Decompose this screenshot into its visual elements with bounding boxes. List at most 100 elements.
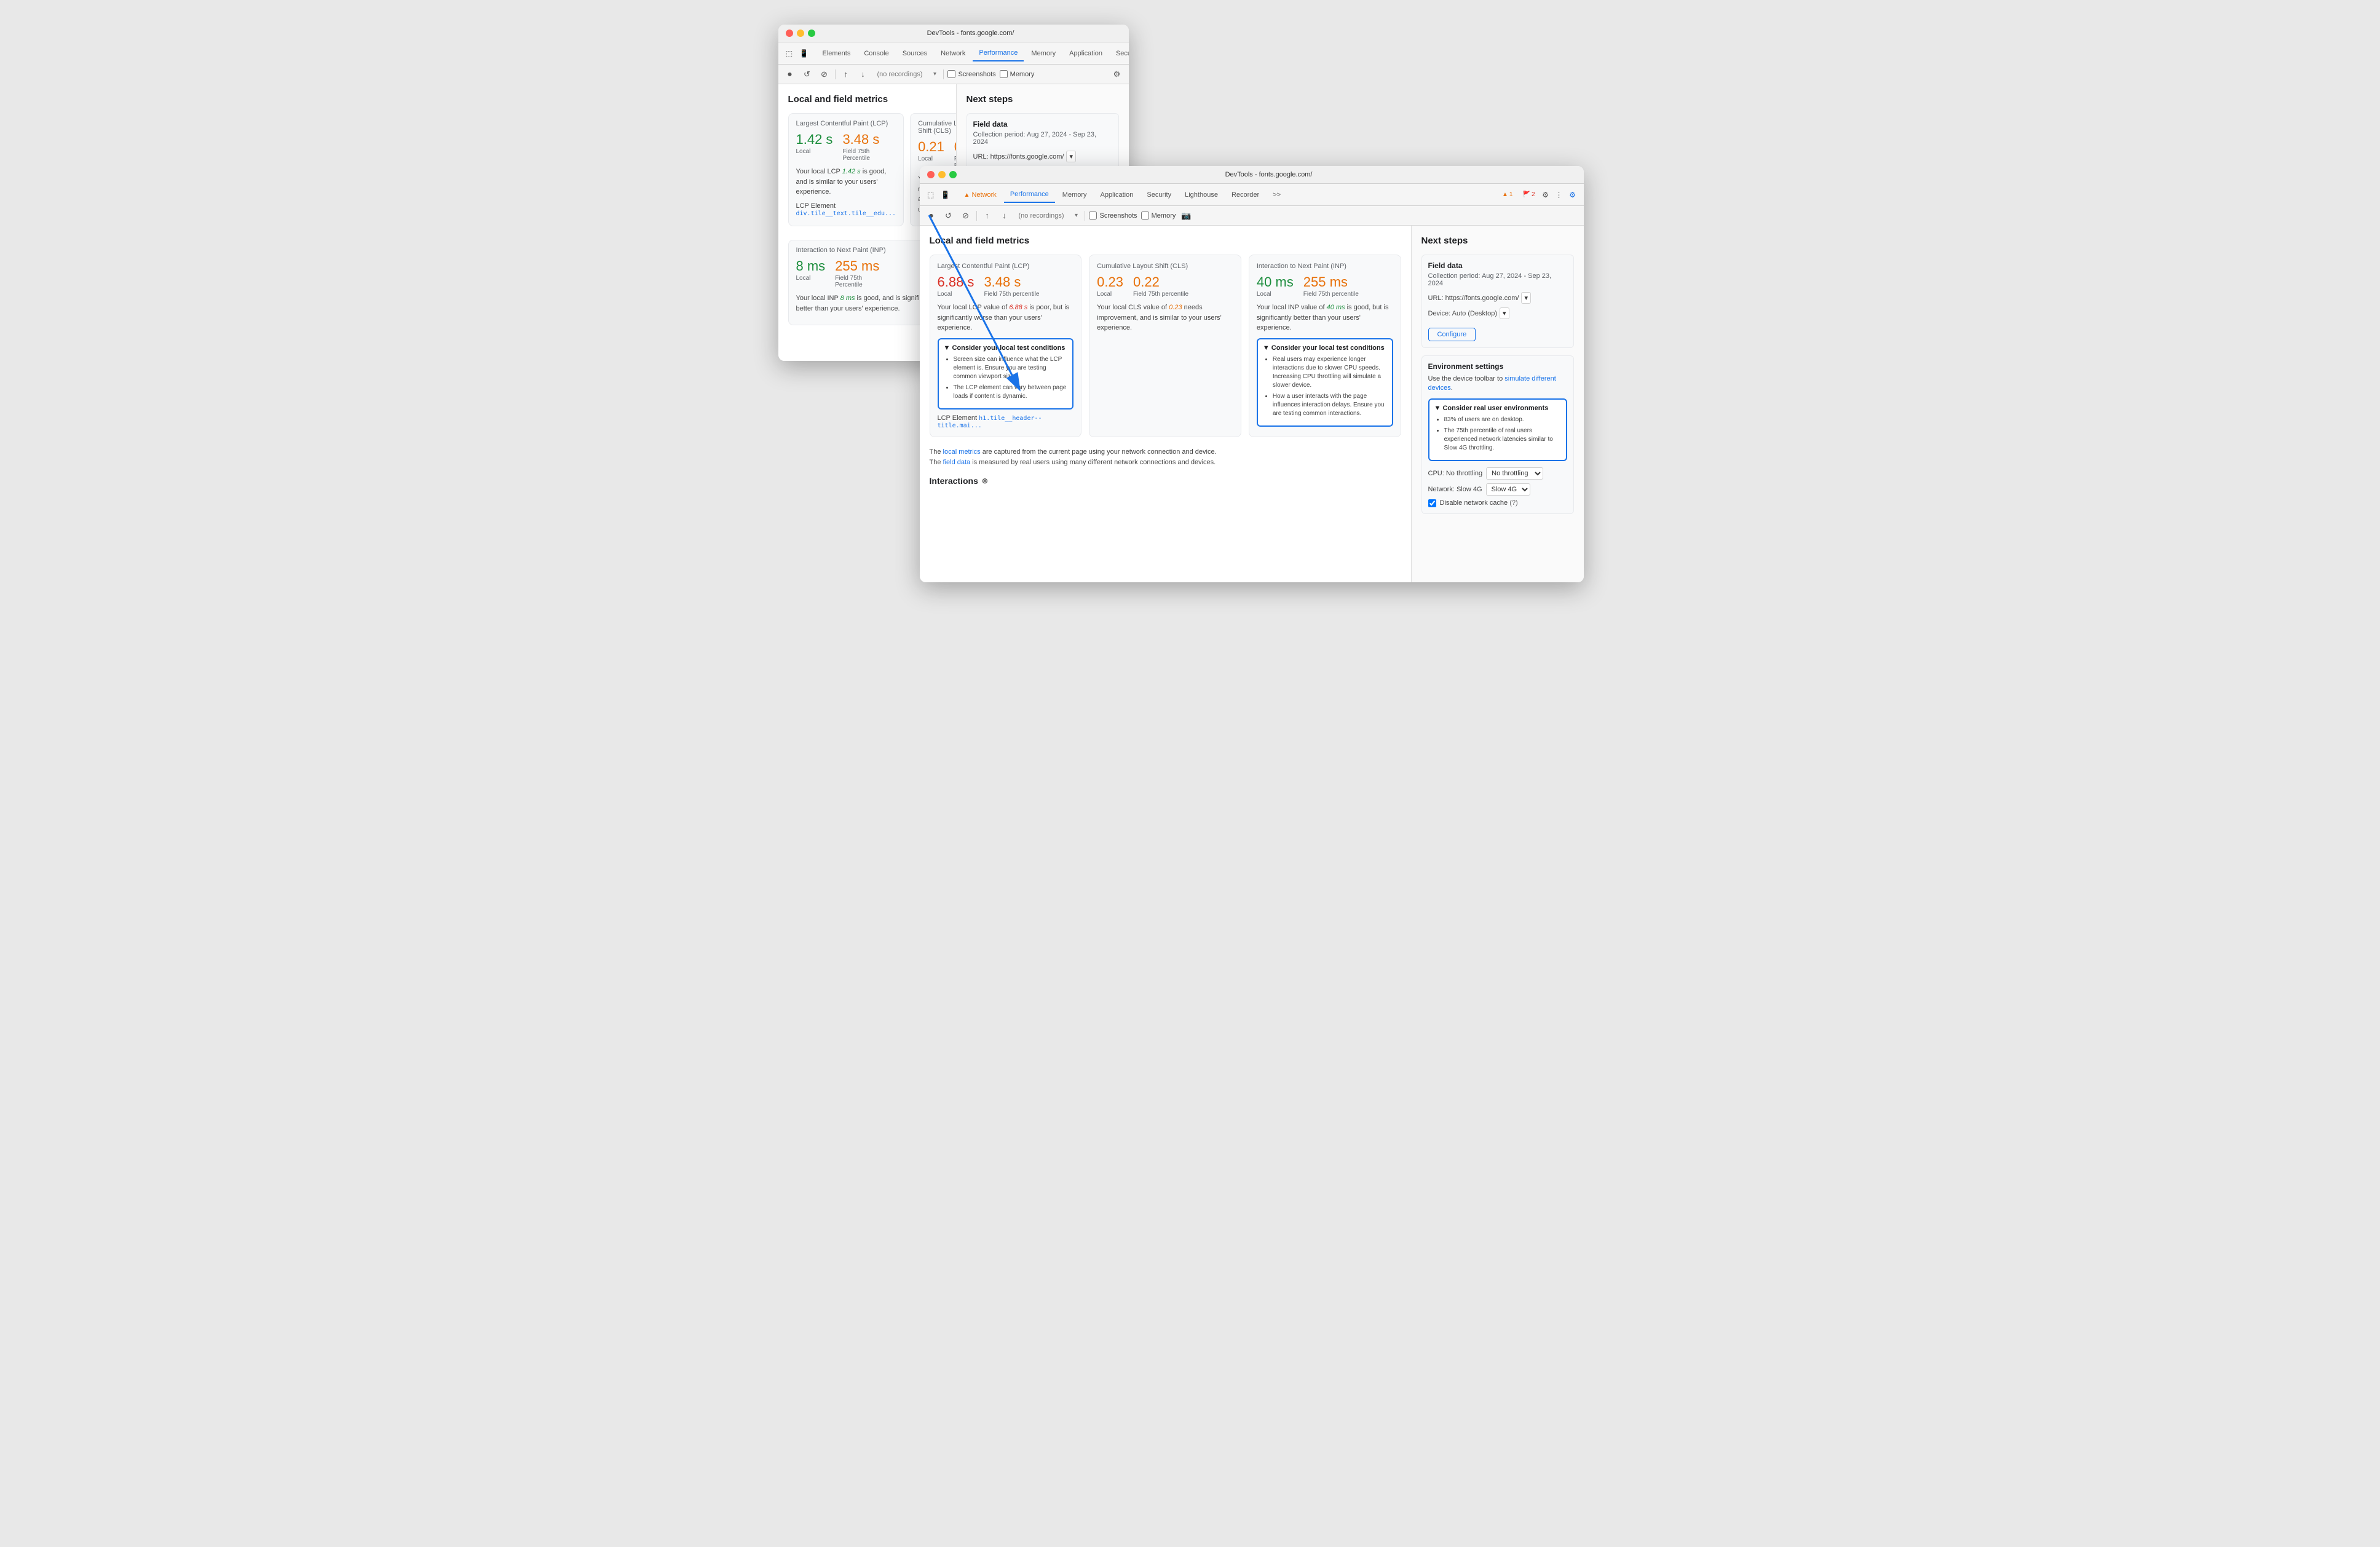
settings2-icon-front[interactable]: ⚙ [1567,189,1579,201]
front-cpu-label: CPU: No throttling [1428,470,1483,477]
front-consider-item-1: The 75th percentile of real users experi… [1444,427,1561,453]
tab-security-back[interactable]: Security [1110,46,1129,61]
front-lcp-conditions: ▼ Consider your local test conditions Sc… [938,338,1074,410]
maximize-button-front[interactable] [949,171,957,178]
screenshots-checkbox-back[interactable] [947,70,955,78]
download-btn-back[interactable]: ↓ [856,68,870,81]
front-lcp-element-link[interactable]: h1.tile__header--title.mai... [938,415,1042,429]
close-button-front[interactable] [927,171,935,178]
tab-application-back[interactable]: Application [1063,46,1109,61]
front-window: DevTools - fonts.google.com/ ⬚ 📱 ▲ Netwo… [920,166,1584,582]
upload-btn-front[interactable]: ↑ [981,209,994,223]
tab-more-front[interactable]: >> [1267,188,1287,202]
minimize-button-back[interactable] [797,30,804,37]
front-configure-btn[interactable]: Configure [1428,328,1476,341]
back-url-dropdown[interactable]: ▾ [1066,151,1076,162]
front-consider-title: ▼ Consider real user environments [1434,405,1561,412]
front-interactions-section: Interactions ⊗ [930,476,1401,486]
tab-network-back[interactable]: Network [935,46,971,61]
front-inp-field-label: Field 75th percentile [1303,291,1359,298]
settings-toolbar-back[interactable]: ⚙ [1110,68,1124,81]
front-inp-conditions-list: Real users may experience longer interac… [1263,355,1387,418]
front-tab-badges: ▲ 1 🚩 2 [1499,190,1538,199]
disable-cache-help-icon[interactable]: (?) [1509,499,1517,507]
download-btn-front[interactable]: ↓ [998,209,1011,223]
settings-icon-front[interactable]: ⚙ [1540,189,1552,201]
refresh-btn-back[interactable]: ↺ [801,68,814,81]
inspect-icon-front[interactable]: ⬚ [925,189,937,201]
front-disable-cache-checkbox[interactable] [1428,499,1436,507]
recording-dropdown-back[interactable]: ▾ [930,69,939,79]
clear-btn-back[interactable]: ⊘ [818,68,831,81]
record-btn-front[interactable]: ⏺ [925,209,938,223]
back-lcp-field-group: 3.48 s Field 75thPercentile [842,132,879,162]
field-data-link[interactable]: field data [943,459,971,466]
tab-recorder-front[interactable]: Recorder [1225,188,1265,202]
back-inp-local-label: Local [796,275,826,282]
mobile-icon[interactable]: 📱 [798,47,810,60]
front-cpu-select[interactable]: No throttling 2x slowdown 4x slowdown 6x… [1486,467,1543,480]
camera-btn-front[interactable]: 📷 [1179,209,1193,223]
mobile-icon-front[interactable]: 📱 [939,189,952,201]
front-tab-icons: ⬚ 📱 [925,189,952,201]
back-inp-field-label: Field 75thPercentile [835,275,879,288]
toolbar-sep-front [976,211,977,221]
front-toolbar: ⏺ ↺ ⊘ ↑ ↓ (no recordings) ▾ Screenshots … [920,206,1584,226]
front-inp-local-group: 40 ms Local [1257,275,1294,298]
front-lcp-element: LCP Element h1.tile__header--title.mai..… [938,414,1074,429]
front-device-dropdown[interactable]: ▾ [1500,307,1509,319]
front-lcp-local-group: 6.88 s Local [938,275,975,298]
front-lcp-conditions-list: Screen size can influence what the LCP e… [944,355,1068,401]
tab-security-front[interactable]: Security [1141,188,1177,202]
maximize-button-back[interactable] [808,30,815,37]
front-inp-conditions-title: ▼ Consider your local test conditions [1263,344,1387,352]
back-lcp-title: Largest Contentful Paint (LCP) [796,120,896,127]
front-inp-conditions: ▼ Consider your local test conditions Re… [1257,338,1393,427]
front-network-select[interactable]: Slow 4G Fast 4G 3G Offline [1486,483,1530,496]
front-cls-title: Cumulative Layout Shift (CLS) [1097,263,1233,270]
minimize-button-front[interactable] [938,171,946,178]
back-titlebar: DevTools - fonts.google.com/ [778,25,1129,42]
tab-performance-back[interactable]: Performance [973,46,1024,61]
tab-sources-back[interactable]: Sources [896,46,933,61]
back-lcp-local-value: 1.42 s [796,132,833,147]
upload-btn-back[interactable]: ↑ [839,68,853,81]
front-metrics-grid: Largest Contentful Paint (LCP) 6.88 s Lo… [930,255,1401,437]
tab-network-front[interactable]: ▲ Network [958,188,1003,202]
front-lcp-field-value: 3.48 s [984,275,1039,290]
back-window-title: DevTools - fonts.google.com/ [820,30,1121,37]
local-metrics-link[interactable]: local metrics [943,448,981,456]
front-cpu-row: CPU: No throttling No throttling 2x slow… [1428,467,1567,480]
back-lcp-element-link[interactable]: div.tile__text.tile__edu... [796,210,896,217]
record-btn-back[interactable]: ⏺ [783,68,797,81]
refresh-btn-front[interactable]: ↺ [942,209,955,223]
tab-performance-front[interactable]: Performance [1004,187,1055,203]
memory-checkbox-front[interactable] [1141,212,1149,220]
toolbar-sep-back [835,69,836,79]
inspect-icon[interactable]: ⬚ [783,47,796,60]
back-collection-period: Collection period: Aug 27, 2024 - Sep 23… [973,131,1112,146]
front-consider-item-0: 83% of users are on desktop. [1444,416,1561,424]
screenshots-checkbox-front[interactable] [1089,212,1097,220]
front-tab-bar: ⬚ 📱 ▲ Network Performance Memory Applica… [920,184,1584,206]
clear-btn-front[interactable]: ⊘ [959,209,973,223]
back-inp-field-value: 255 ms [835,259,879,274]
more-icon-front[interactable]: ⋮ [1553,189,1565,201]
tab-application-front[interactable]: Application [1094,188,1140,202]
back-tab-bar: ⬚ 📱 Elements Console Sources Network Per… [778,42,1129,65]
close-button-back[interactable] [786,30,793,37]
back-cls-values: 0.21 Local 0.22 Field 75thPercentile [918,140,956,169]
recording-dropdown-front[interactable]: ▾ [1071,211,1081,221]
screenshots-label-back: Screenshots [958,71,995,78]
tab-memory-front[interactable]: Memory [1056,188,1093,202]
front-lcp-title: Largest Contentful Paint (LCP) [938,263,1074,270]
tab-memory-back[interactable]: Memory [1025,46,1062,61]
back-toolbar: ⏺ ↺ ⊘ ↑ ↓ (no recordings) ▾ Screenshots … [778,65,1129,84]
back-field-data-title: Field data [973,120,1112,129]
memory-checkbox-back[interactable] [1000,70,1008,78]
tab-console-back[interactable]: Console [858,46,895,61]
tab-elements-back[interactable]: Elements [816,46,857,61]
tab-lighthouse-front[interactable]: Lighthouse [1179,188,1224,202]
simulate-devices-link[interactable]: simulate different devices [1428,375,1556,392]
front-url-dropdown[interactable]: ▾ [1521,292,1531,304]
